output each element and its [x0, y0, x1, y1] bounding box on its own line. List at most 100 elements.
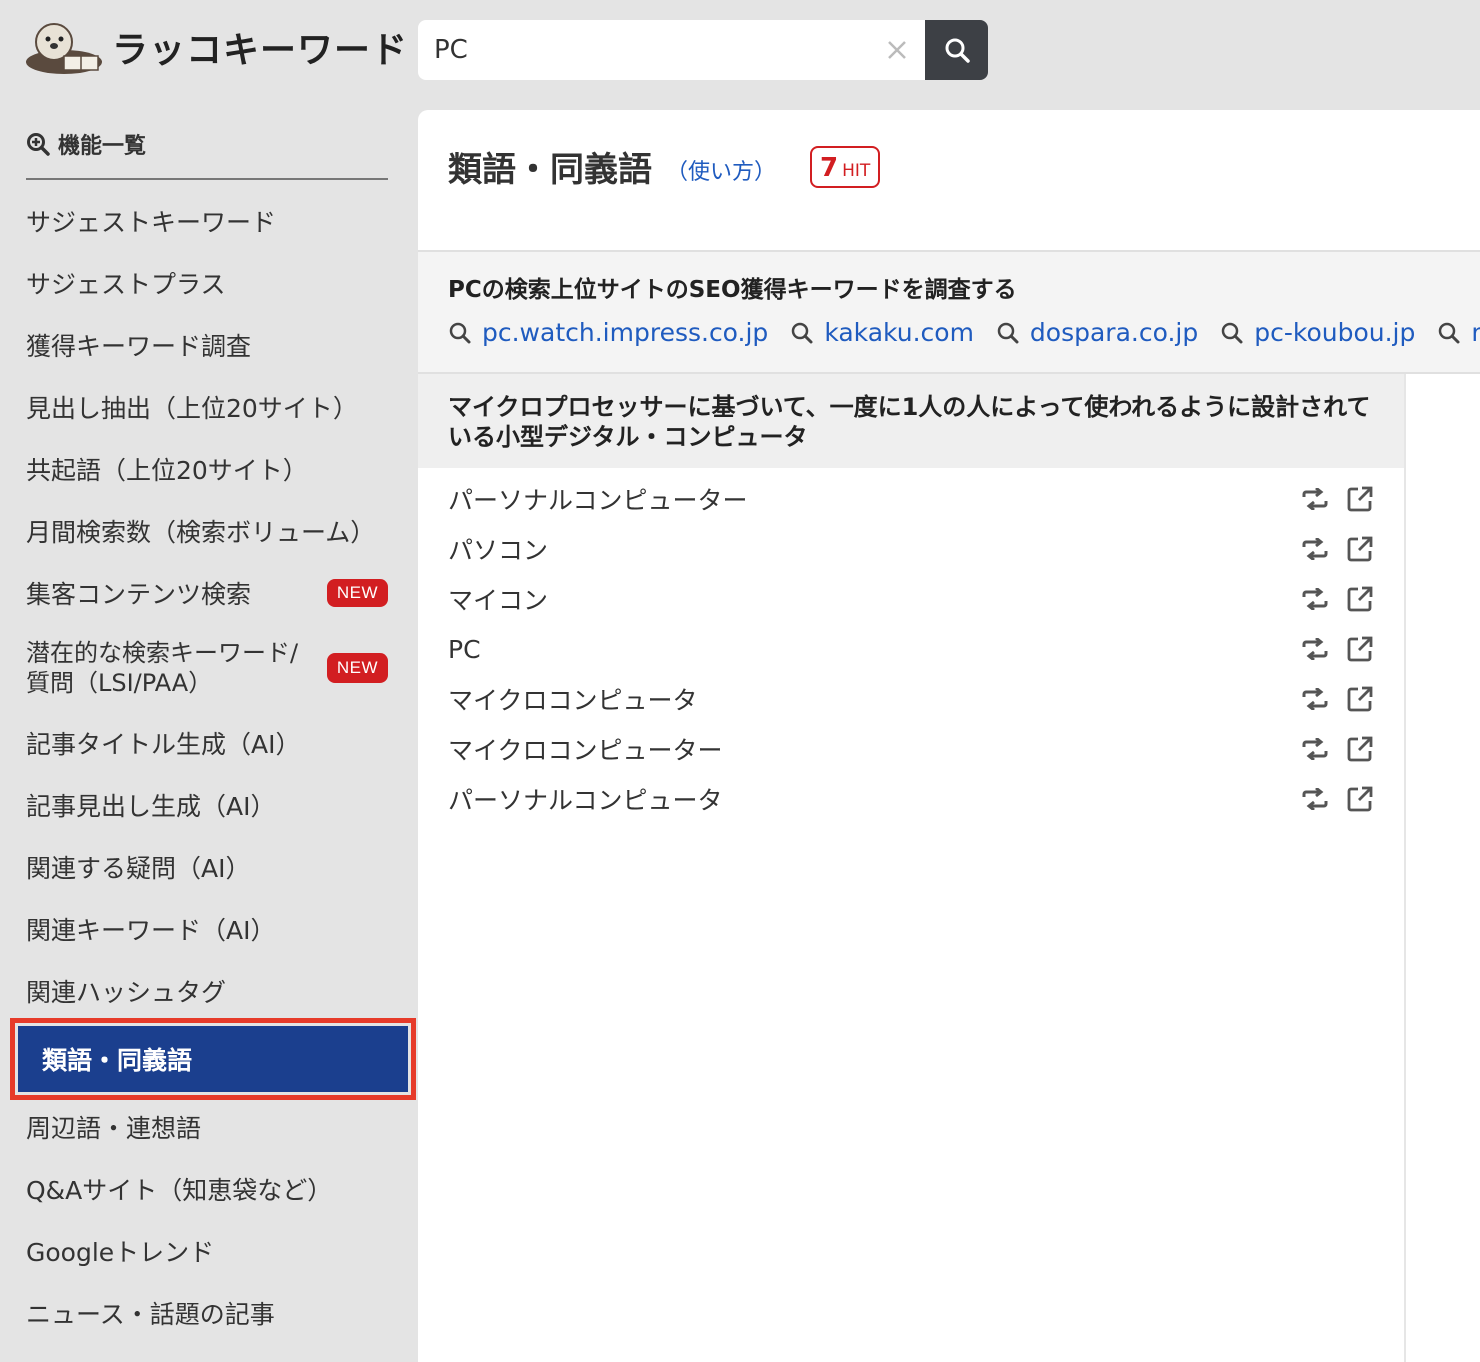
- site-link[interactable]: mc: [1437, 318, 1480, 347]
- synonym-list: パーソナルコンピューター パソコンマイコン PC マイクロコンピュータ マイクロコンピュ…: [418, 468, 1404, 824]
- swap-icon[interactable]: [1300, 488, 1330, 510]
- sidebar-item[interactable]: サジェストプラス: [0, 252, 418, 314]
- sidebar-item[interactable]: 月間検索数（検索ボリューム）: [0, 500, 418, 562]
- synonym-actions: [1284, 685, 1374, 713]
- search-field: [418, 20, 925, 80]
- external-link-icon[interactable]: [1346, 535, 1374, 563]
- sidebar-item[interactable]: Googleトレンド: [0, 1220, 418, 1282]
- site-links: pc.watch.impress.co.jp kakaku.com dospara.…: [448, 318, 1480, 347]
- swap-icon[interactable]: [1300, 738, 1330, 760]
- sidebar-item[interactable]: 関連キーワード（AI）: [0, 898, 418, 960]
- magnify-plus-icon: [27, 133, 50, 156]
- site-link-label: pc-koubou.jp: [1254, 318, 1416, 347]
- sidebar-heading-label: 機能一覧: [58, 134, 147, 159]
- sidebar-heading: 機能一覧: [26, 110, 388, 180]
- hit-count-badge: 7 HIT: [810, 146, 881, 188]
- synonym-actions: [1284, 485, 1374, 513]
- synonym-item: マイクロコンピュータ: [418, 674, 1404, 724]
- sidebar-item[interactable]: 類語・同義語: [10, 1018, 416, 1100]
- seo-research-box: PCの検索上位サイトのSEO獲得キーワードを調査する pc.watch.impr…: [418, 250, 1480, 374]
- sidebar-item[interactable]: 見出し抽出（上位20サイト）: [0, 376, 418, 438]
- site-link-label: dospara.co.jp: [1029, 318, 1199, 347]
- synonym-word[interactable]: マイコン: [448, 581, 548, 617]
- external-link-icon[interactable]: [1346, 585, 1374, 613]
- synonym-actions: [1284, 535, 1374, 563]
- howto-link[interactable]: （使い方）: [666, 154, 776, 186]
- sidebar-item-label: 関連ハッシュタグ: [26, 978, 227, 1007]
- sidebar-item[interactable]: 記事タイトル生成（AI）: [0, 712, 418, 774]
- sidebar: 機能一覧 サジェストキーワードサジェストプラス獲得キーワード調査見出し抽出（上位…: [0, 110, 418, 1344]
- sidebar-item-label: 関連する疑問（AI）: [26, 854, 251, 883]
- site-link-label: mc: [1471, 318, 1480, 347]
- sidebar-item[interactable]: 記事見出し生成（AI）: [0, 774, 418, 836]
- synonym-item: パーソナルコンピュータ: [418, 774, 1404, 824]
- swap-icon[interactable]: [1300, 688, 1330, 710]
- sidebar-item[interactable]: 関連ハッシュタグ: [0, 960, 418, 1022]
- external-link-icon[interactable]: [1346, 685, 1374, 713]
- search-icon: [1439, 322, 1460, 343]
- external-link-icon[interactable]: [1346, 785, 1374, 813]
- title-row: 類語・同義語 （使い方） 7 HIT: [418, 110, 1480, 250]
- site-link[interactable]: pc.watch.impress.co.jp: [448, 318, 768, 347]
- sidebar-item[interactable]: サジェストキーワード: [0, 190, 418, 252]
- search-icon: [449, 322, 471, 343]
- seo-research-title: PCの検索上位サイトのSEO獲得キーワードを調査する: [448, 277, 1017, 303]
- sidebar-item[interactable]: ニュース・話題の記事: [0, 1282, 418, 1344]
- swap-icon[interactable]: [1300, 588, 1330, 610]
- sidebar-item-label: サジェストキーワード: [26, 208, 277, 237]
- hit-label: HIT: [842, 161, 871, 181]
- synonym-item: パーソナルコンピューター: [418, 474, 1404, 524]
- synonym-item: マイコン: [418, 574, 1404, 624]
- sidebar-item[interactable]: 獲得キーワード調査: [0, 314, 418, 376]
- sidebar-item-label: 獲得キーワード調査: [26, 332, 252, 361]
- sidebar-item-label: 類語・同義語: [42, 1046, 193, 1075]
- feature-menu: サジェストキーワードサジェストプラス獲得キーワード調査見出し抽出（上位20サイト…: [0, 190, 418, 1344]
- synonym-word[interactable]: パソコン: [448, 531, 548, 567]
- sidebar-item[interactable]: 周辺語・連想語: [0, 1096, 418, 1158]
- swap-icon[interactable]: [1300, 788, 1330, 810]
- search-button[interactable]: [925, 20, 988, 80]
- synonym-word[interactable]: マイクロコンピュータ: [448, 681, 698, 717]
- search-icon: [1221, 322, 1243, 343]
- sidebar-item-label: 記事見出し生成（AI）: [26, 792, 276, 821]
- sidebar-item-label: 記事タイトル生成（AI）: [26, 730, 301, 759]
- external-link-icon[interactable]: [1346, 635, 1374, 663]
- synonym-item: PC: [418, 624, 1404, 674]
- search-input[interactable]: [434, 35, 885, 65]
- external-link-icon[interactable]: [1346, 735, 1374, 763]
- sidebar-item-label: 見出し抽出（上位20サイト）: [26, 394, 358, 423]
- sidebar-item[interactable]: 共起語（上位20サイト）: [0, 438, 418, 500]
- synonym-word[interactable]: パーソナルコンピューター: [448, 481, 748, 517]
- sidebar-item-label: Googleトレンド: [26, 1238, 215, 1267]
- brand-logo[interactable]: ラッコキーワード: [24, 18, 408, 76]
- swap-icon[interactable]: [1300, 538, 1330, 560]
- synonym-word[interactable]: パーソナルコンピュータ: [448, 781, 723, 817]
- site-link-label: pc.watch.impress.co.jp: [482, 318, 769, 347]
- definition: マイクロプロセッサーに基づいて、一度に1人の人によって使われるように設計されてい…: [418, 374, 1404, 468]
- search-icon: [792, 322, 813, 343]
- synonym-word[interactable]: PC: [448, 635, 481, 664]
- external-link-icon[interactable]: [1346, 485, 1374, 513]
- sidebar-item[interactable]: 関連する疑問（AI）: [0, 836, 418, 898]
- synonym-result: マイクロプロセッサーに基づいて、一度に1人の人によって使われるように設計されてい…: [418, 374, 1406, 1362]
- synonym-actions: [1284, 585, 1374, 613]
- hit-count: 7: [820, 153, 839, 183]
- site-link-label: kakaku.com: [824, 318, 974, 347]
- synonym-actions: [1284, 785, 1374, 813]
- site-link[interactable]: dospara.co.jp: [996, 318, 1198, 347]
- search-icon: [997, 322, 1019, 343]
- sidebar-item-label: 関連キーワード（AI）: [26, 916, 276, 945]
- sidebar-item[interactable]: 集客コンテンツ検索 NEW: [0, 562, 418, 624]
- sidebar-item[interactable]: 潜在的な検索キーワード/ 質問（LSI/PAA） NEW: [0, 624, 418, 712]
- sidebar-item-label: 集客コンテンツ検索: [26, 580, 252, 609]
- clear-icon[interactable]: [885, 38, 909, 62]
- swap-icon[interactable]: [1300, 638, 1330, 660]
- sidebar-item-label: 共起語（上位20サイト）: [26, 456, 308, 485]
- site-link[interactable]: kakaku.com: [790, 318, 974, 347]
- search-bar: [418, 20, 988, 80]
- brand-name: ラッコキーワード: [112, 30, 409, 71]
- synonym-word[interactable]: マイクロコンピューター: [448, 731, 723, 767]
- sidebar-item[interactable]: Q&Aサイト（知恵袋など）: [0, 1158, 418, 1220]
- search-icon: [945, 38, 970, 63]
- site-link[interactable]: pc-koubou.jp: [1220, 318, 1415, 347]
